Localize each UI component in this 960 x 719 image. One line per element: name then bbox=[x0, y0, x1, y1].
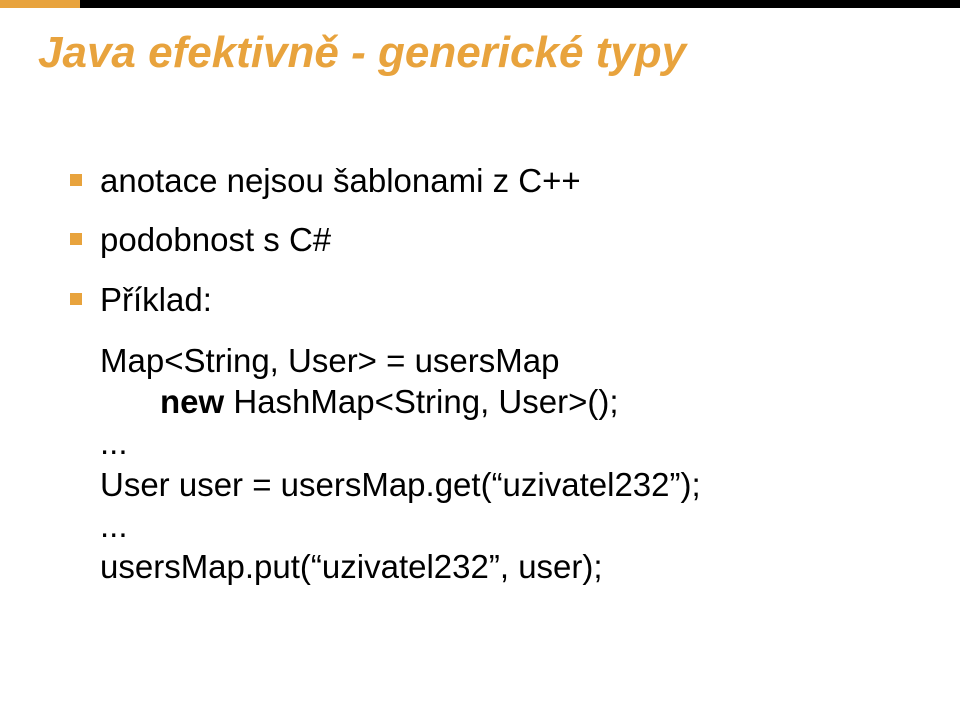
bullet-icon bbox=[70, 293, 82, 305]
code-line: Map<String, User> = usersMap bbox=[100, 340, 920, 381]
code-text: HashMap<String, User>(); bbox=[224, 383, 618, 420]
code-line: ... bbox=[100, 505, 920, 546]
code-line: usersMap.put(“uzivatel232”, user); bbox=[100, 546, 920, 587]
bullet-item: anotace nejsou šablonami z C++ bbox=[70, 160, 920, 201]
code-block: Map<String, User> = usersMap new HashMap… bbox=[100, 340, 920, 588]
slide-title: Java efektivně - generické typy bbox=[38, 28, 686, 78]
bullet-text: anotace nejsou šablonami z C++ bbox=[100, 160, 581, 201]
bullet-text: Příklad: bbox=[100, 279, 212, 320]
slide-content: anotace nejsou šablonami z C++ podobnost… bbox=[70, 160, 920, 587]
code-line: User user = usersMap.get(“uzivatel232”); bbox=[100, 464, 920, 505]
top-bar bbox=[0, 0, 960, 8]
bullet-item: podobnost s C# bbox=[70, 219, 920, 260]
bullet-text: podobnost s C# bbox=[100, 219, 331, 260]
keyword-new: new bbox=[160, 383, 224, 420]
bullet-icon bbox=[70, 174, 82, 186]
top-accent bbox=[0, 0, 80, 8]
bullet-icon bbox=[70, 233, 82, 245]
code-line: new HashMap<String, User>(); bbox=[100, 381, 920, 422]
bullet-item: Příklad: bbox=[70, 279, 920, 320]
code-line: ... bbox=[100, 422, 920, 463]
